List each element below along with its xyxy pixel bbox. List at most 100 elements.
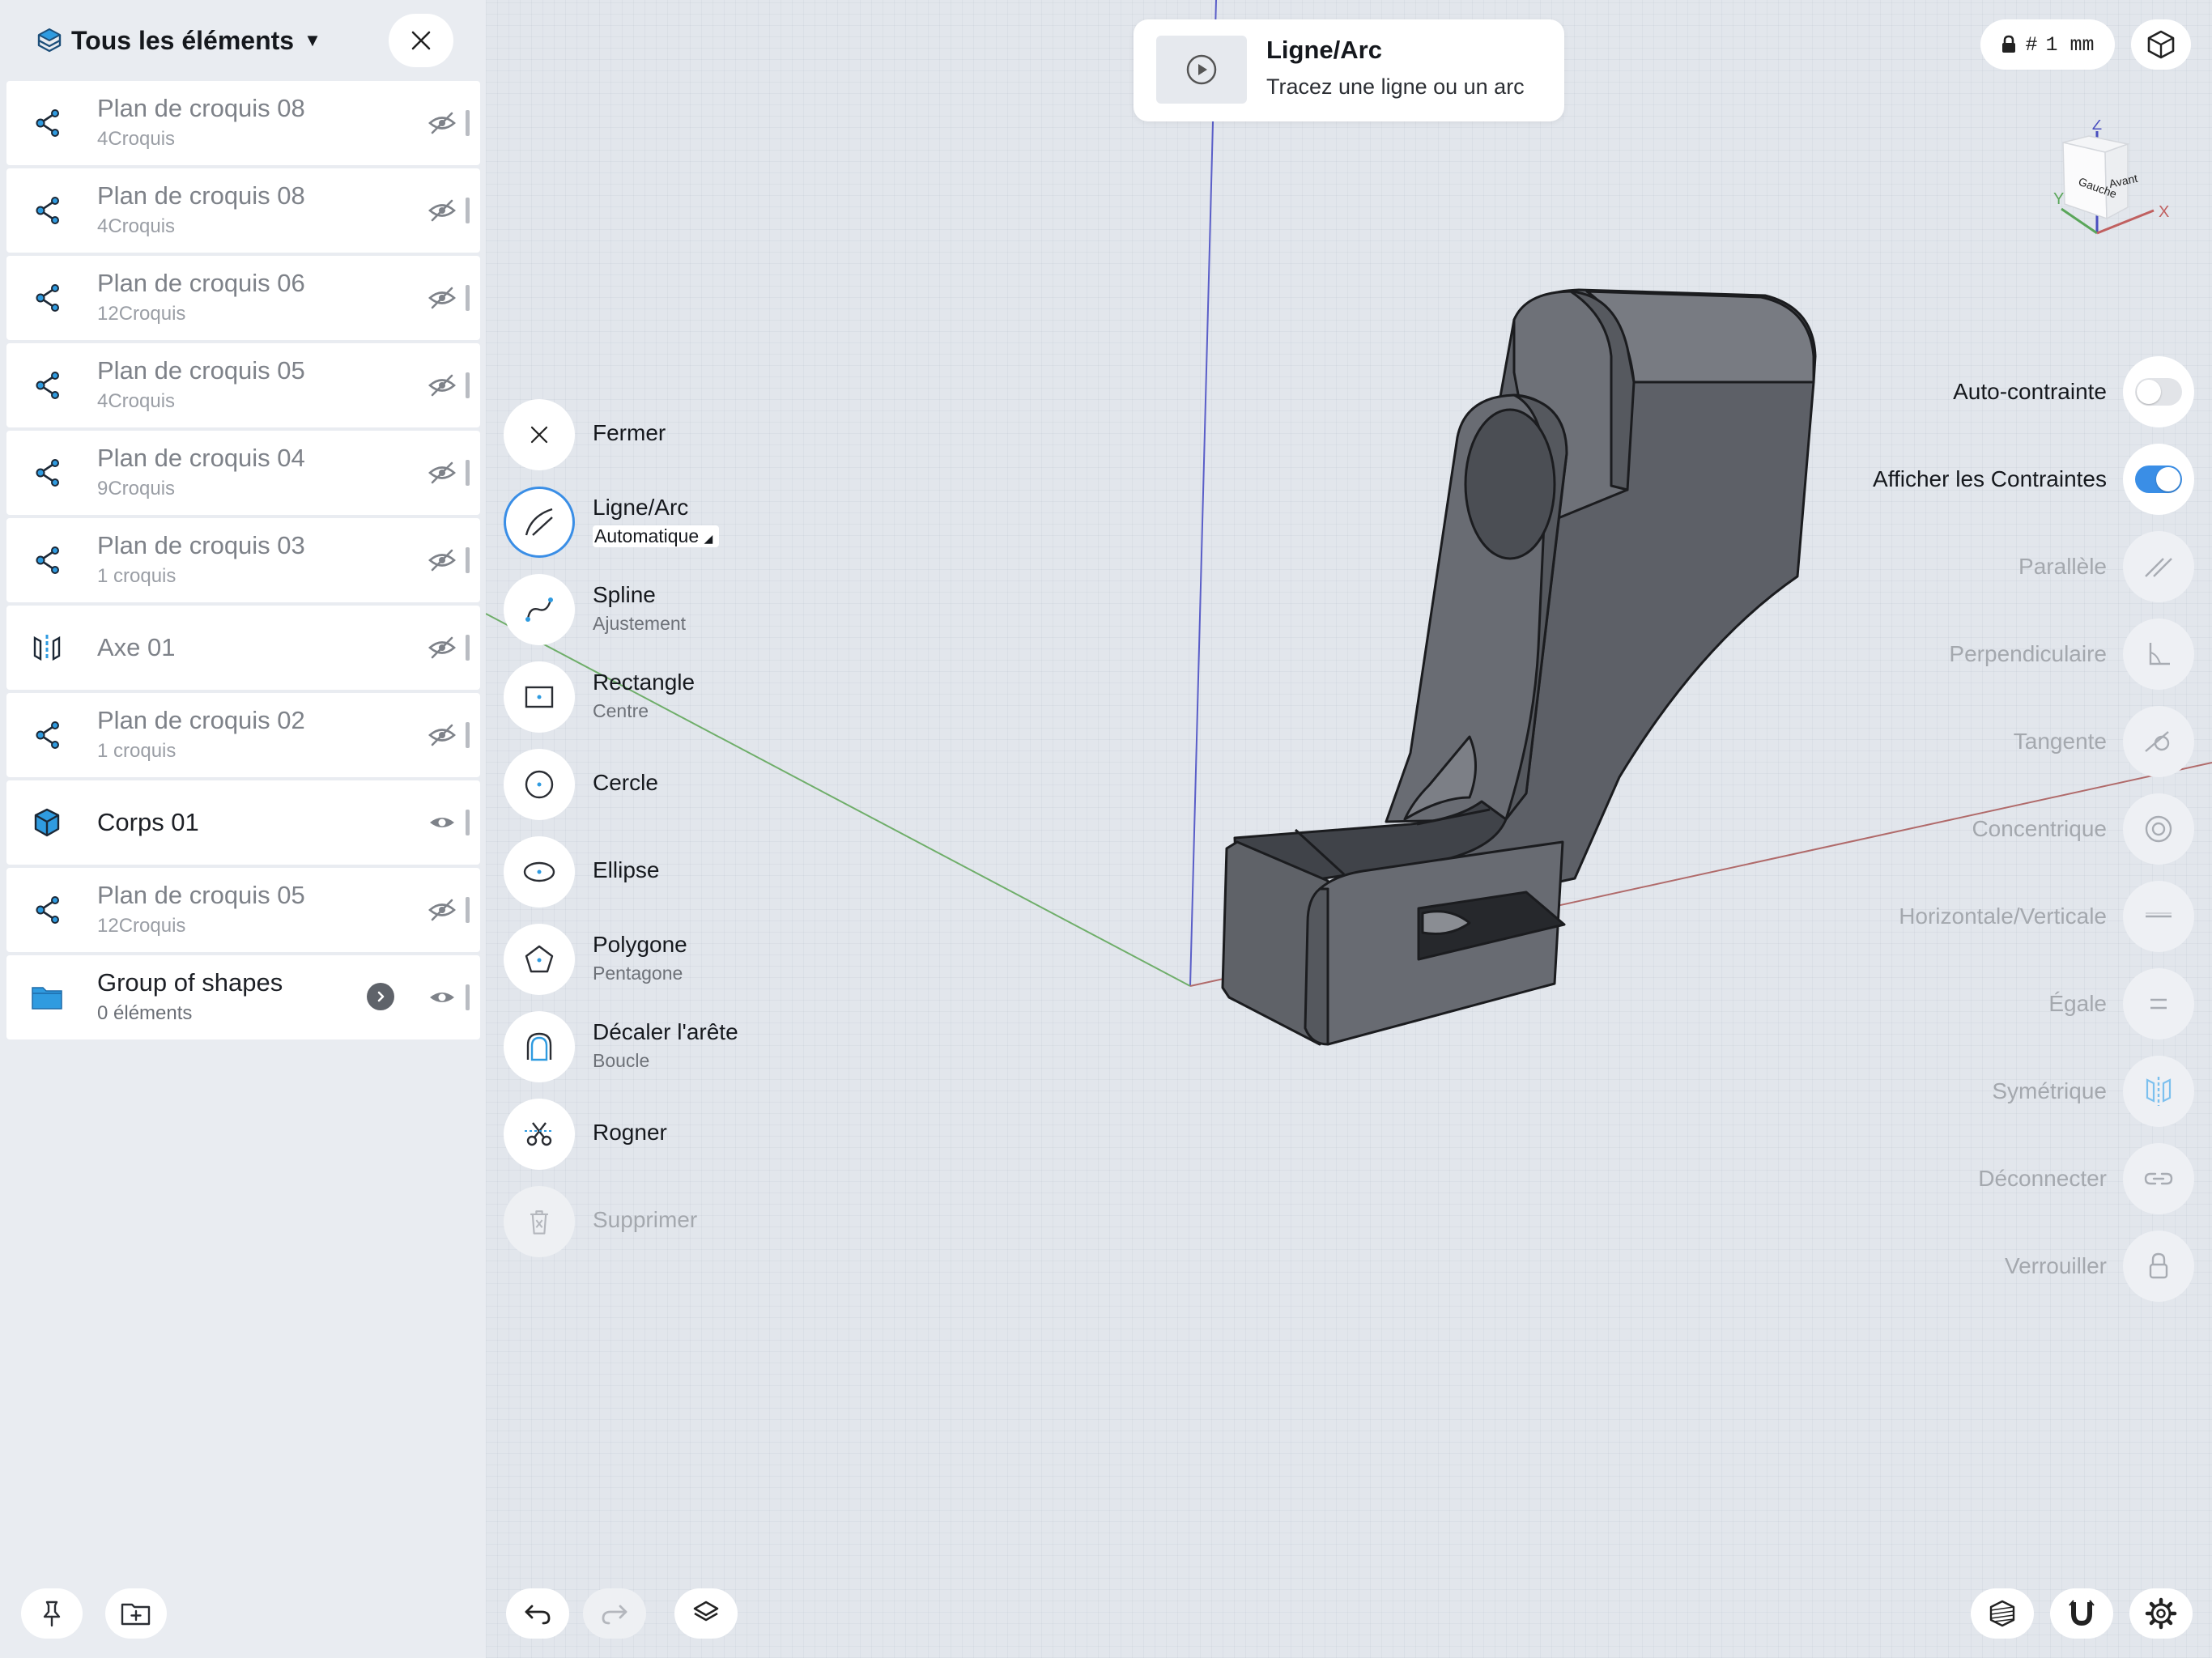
tool-button[interactable] [504, 487, 575, 558]
drag-handle[interactable] [466, 722, 470, 748]
navigation-cube[interactable]: Z Y X Gauche Avant [2032, 120, 2194, 241]
tool-circle[interactable]: Cercle [504, 749, 957, 822]
section-view-button[interactable] [1971, 1588, 2034, 1639]
tool-rectangle[interactable]: Rectangle Centre [504, 661, 957, 734]
drag-handle[interactable] [466, 984, 470, 1010]
visibility-eye-icon[interactable] [428, 983, 457, 1012]
tool-trim[interactable]: Rogner [504, 1099, 957, 1171]
drag-handle[interactable] [466, 372, 470, 398]
tool-mode[interactable]: Automatique ◢ [593, 525, 720, 547]
hidden-eye-icon[interactable] [428, 371, 457, 400]
snap-button[interactable] [2050, 1588, 2113, 1639]
element-row-sketch[interactable]: Plan de croquis 08 4Croquis [6, 168, 480, 253]
constraint-toggle-button[interactable] [2123, 356, 2194, 427]
constraint-equal[interactable]: Égale [1765, 968, 2194, 1041]
hidden-eye-icon[interactable] [428, 633, 457, 662]
tool-button[interactable] [504, 836, 575, 908]
all-elements-dropdown[interactable]: Tous les éléments ▼ [36, 21, 321, 60]
tutorial-video-thumbnail[interactable] [1156, 36, 1247, 104]
tool-button[interactable] [504, 1011, 575, 1082]
close-sidebar-button[interactable] [389, 14, 453, 67]
constraint-button[interactable] [2123, 1231, 2194, 1302]
axis-icon [31, 631, 63, 664]
constraint-lock[interactable]: Verrouiller [1765, 1231, 2194, 1303]
tool-button[interactable] [504, 574, 575, 645]
drag-handle[interactable] [466, 285, 470, 311]
drag-handle[interactable] [466, 110, 470, 136]
constraint-button[interactable] [2123, 968, 2194, 1039]
element-row-sketch[interactable]: Plan de croquis 08 4Croquis [6, 81, 480, 165]
undo-button[interactable] [506, 1588, 569, 1639]
tool-ellipse[interactable]: Ellipse [504, 836, 957, 909]
tool-label: Décaler l'arête [593, 1019, 738, 1044]
hidden-eye-icon[interactable] [428, 895, 457, 925]
layers-button[interactable] [674, 1588, 738, 1639]
new-folder-button[interactable] [105, 1588, 167, 1639]
hidden-eye-icon[interactable] [428, 458, 457, 487]
constraint-button[interactable] [2123, 881, 2194, 952]
drag-handle[interactable] [466, 547, 470, 573]
constraint-toggle-row[interactable]: Auto-contrainte [1765, 356, 2194, 429]
tool-spline[interactable]: Spline Ajustement [504, 574, 957, 647]
tool-button[interactable] [504, 749, 575, 820]
tool-button[interactable] [504, 399, 575, 470]
element-row-sketch[interactable]: Plan de croquis 02 1 croquis [6, 693, 480, 777]
drag-handle[interactable] [466, 198, 470, 223]
settings-button[interactable] [2129, 1588, 2193, 1639]
tool-delete[interactable]: Supprimer [504, 1186, 957, 1259]
cube-view-icon [2147, 30, 2175, 59]
pin-button[interactable] [21, 1588, 83, 1639]
hidden-eye-icon[interactable] [428, 283, 457, 312]
tool-button[interactable] [504, 1186, 575, 1257]
view-mode-button[interactable] [2131, 19, 2191, 70]
hidden-eye-icon[interactable] [428, 546, 457, 575]
constraint-concentric[interactable]: Concentrique [1765, 793, 2194, 866]
spline-icon [521, 592, 557, 627]
tool-button[interactable] [504, 924, 575, 995]
hidden-eye-icon[interactable] [428, 721, 457, 750]
element-row-sketch[interactable]: Plan de croquis 04 9Croquis [6, 431, 480, 515]
element-row-sketch[interactable]: Plan de croquis 06 12Croquis [6, 256, 480, 340]
3d-model-bracket[interactable] [1221, 288, 1817, 1046]
constraint-perpendicular[interactable]: Perpendiculaire [1765, 619, 2194, 691]
constraint-button[interactable] [2123, 531, 2194, 602]
element-subtitle: 4Croquis [97, 128, 176, 150]
tool-close[interactable]: Fermer [504, 399, 957, 472]
tool-button[interactable] [504, 1099, 575, 1170]
constraint-symmetric[interactable]: Symétrique [1765, 1056, 2194, 1129]
drag-handle[interactable] [466, 810, 470, 835]
constraint-button[interactable] [2123, 1143, 2194, 1214]
hidden-eye-icon[interactable] [428, 108, 457, 138]
constraint-toggle-button[interactable] [2123, 444, 2194, 515]
toggle-switch[interactable] [2135, 466, 2182, 493]
drag-handle[interactable] [466, 460, 470, 486]
constraint-parallel[interactable]: Parallèle [1765, 531, 2194, 604]
constraint-toggle-row[interactable]: Afficher les Contraintes [1765, 444, 2194, 517]
visibility-eye-icon[interactable] [428, 808, 457, 837]
tool-offset-edge[interactable]: Décaler l'arête Boucle [504, 1011, 957, 1084]
constraint-button[interactable] [2123, 706, 2194, 777]
constraint-button[interactable] [2123, 1056, 2194, 1127]
constraint-button[interactable] [2123, 619, 2194, 690]
tool-line-arc[interactable]: Ligne/Arc Automatique ◢ [504, 487, 957, 559]
constraint-tangent[interactable]: Tangente [1765, 706, 2194, 779]
element-row-sketch[interactable]: Plan de croquis 03 1 croquis [6, 518, 480, 602]
element-row-axis[interactable]: Axe 01 [6, 606, 480, 690]
element-row-sketch[interactable]: Plan de croquis 05 4Croquis [6, 343, 480, 427]
tool-button[interactable] [504, 661, 575, 733]
tool-polygon[interactable]: Polygone Pentagone [504, 924, 957, 997]
redo-button[interactable] [583, 1588, 646, 1639]
drag-handle[interactable] [466, 897, 470, 923]
toggle-switch[interactable] [2135, 378, 2182, 406]
element-name: Plan de croquis 08 [97, 181, 305, 210]
element-row-group[interactable]: Group of shapes 0 éléments [6, 955, 480, 1039]
constraint-horizontal-vertical[interactable]: Horizontale/Verticale [1765, 881, 2194, 954]
element-row-body[interactable]: Corps 01 [6, 780, 480, 865]
constraint-button[interactable] [2123, 793, 2194, 865]
drag-handle[interactable] [466, 635, 470, 661]
constraint-disconnect[interactable]: Déconnecter [1765, 1143, 2194, 1216]
hidden-eye-icon[interactable] [428, 196, 457, 225]
element-row-sketch[interactable]: Plan de croquis 05 12Croquis [6, 868, 480, 952]
grid-units-button[interactable]: # 1 mm [1980, 19, 2115, 70]
expand-group-button[interactable] [367, 983, 394, 1010]
